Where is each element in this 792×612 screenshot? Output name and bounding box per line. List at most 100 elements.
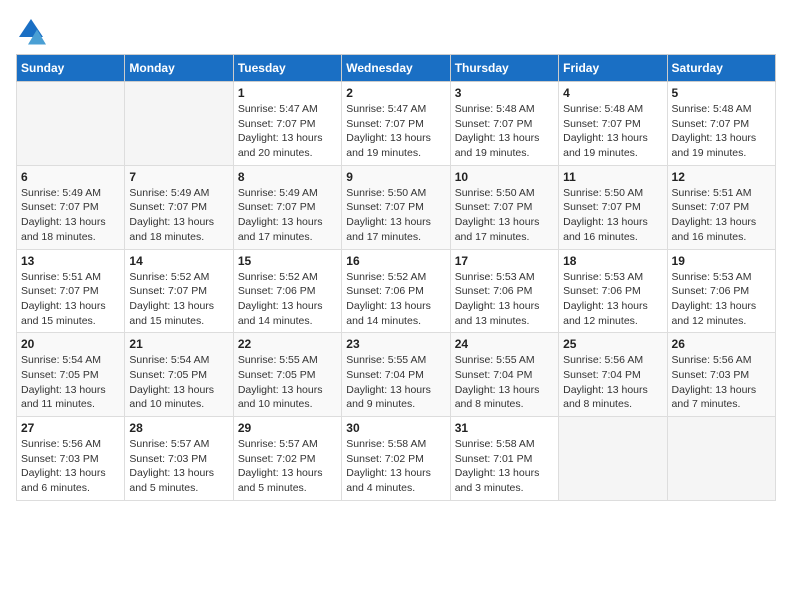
day-number: 18 (563, 254, 662, 268)
day-cell: 7 Sunrise: 5:49 AM Sunset: 7:07 PM Daylig… (125, 165, 233, 249)
day-number: 19 (672, 254, 771, 268)
day-number: 21 (129, 337, 228, 351)
day-info: Sunrise: 5:48 AM Sunset: 7:07 PM Dayligh… (563, 102, 662, 161)
day-number: 25 (563, 337, 662, 351)
day-number: 4 (563, 86, 662, 100)
day-cell: 8 Sunrise: 5:49 AM Sunset: 7:07 PM Daylig… (233, 165, 341, 249)
day-number: 2 (346, 86, 445, 100)
day-info: Sunrise: 5:54 AM Sunset: 7:05 PM Dayligh… (21, 353, 120, 412)
day-cell: 23 Sunrise: 5:55 AM Sunset: 7:04 PM Dayli… (342, 333, 450, 417)
day-info: Sunrise: 5:55 AM Sunset: 7:04 PM Dayligh… (346, 353, 445, 412)
day-cell (667, 417, 775, 501)
day-cell: 17 Sunrise: 5:53 AM Sunset: 7:06 PM Dayli… (450, 249, 558, 333)
day-number: 20 (21, 337, 120, 351)
day-info: Sunrise: 5:56 AM Sunset: 7:03 PM Dayligh… (21, 437, 120, 496)
day-number: 5 (672, 86, 771, 100)
day-cell: 21 Sunrise: 5:54 AM Sunset: 7:05 PM Dayli… (125, 333, 233, 417)
day-number: 13 (21, 254, 120, 268)
day-cell: 6 Sunrise: 5:49 AM Sunset: 7:07 PM Daylig… (17, 165, 125, 249)
day-number: 6 (21, 170, 120, 184)
day-cell: 25 Sunrise: 5:56 AM Sunset: 7:04 PM Dayli… (559, 333, 667, 417)
day-number: 26 (672, 337, 771, 351)
day-cell: 9 Sunrise: 5:50 AM Sunset: 7:07 PM Daylig… (342, 165, 450, 249)
day-cell: 3 Sunrise: 5:48 AM Sunset: 7:07 PM Daylig… (450, 82, 558, 166)
day-info: Sunrise: 5:53 AM Sunset: 7:06 PM Dayligh… (672, 270, 771, 329)
day-info: Sunrise: 5:53 AM Sunset: 7:06 PM Dayligh… (563, 270, 662, 329)
day-cell: 20 Sunrise: 5:54 AM Sunset: 7:05 PM Dayli… (17, 333, 125, 417)
day-number: 3 (455, 86, 554, 100)
day-number: 23 (346, 337, 445, 351)
day-cell (559, 417, 667, 501)
day-number: 8 (238, 170, 337, 184)
day-cell: 22 Sunrise: 5:55 AM Sunset: 7:05 PM Dayli… (233, 333, 341, 417)
day-number: 15 (238, 254, 337, 268)
day-info: Sunrise: 5:52 AM Sunset: 7:06 PM Dayligh… (346, 270, 445, 329)
day-info: Sunrise: 5:47 AM Sunset: 7:07 PM Dayligh… (238, 102, 337, 161)
day-cell: 10Sunrise: 5:50 AM Sunset: 7:07 PM Dayli… (450, 165, 558, 249)
col-header-friday: Friday (559, 55, 667, 82)
day-cell: 4 Sunrise: 5:48 AM Sunset: 7:07 PM Daylig… (559, 82, 667, 166)
col-header-monday: Monday (125, 55, 233, 82)
week-row-5: 27 Sunrise: 5:56 AM Sunset: 7:03 PM Dayli… (17, 417, 776, 501)
day-info: Sunrise: 5:52 AM Sunset: 7:07 PM Dayligh… (129, 270, 228, 329)
day-info: Sunrise: 5:51 AM Sunset: 7:07 PM Dayligh… (672, 186, 771, 245)
day-info: Sunrise: 5:56 AM Sunset: 7:03 PM Dayligh… (672, 353, 771, 412)
day-cell: 24 Sunrise: 5:55 AM Sunset: 7:04 PM Dayli… (450, 333, 558, 417)
day-number: 22 (238, 337, 337, 351)
logo-icon (16, 16, 46, 46)
day-info: Sunrise: 5:57 AM Sunset: 7:02 PM Dayligh… (238, 437, 337, 496)
day-cell: 2 Sunrise: 5:47 AM Sunset: 7:07 PM Daylig… (342, 82, 450, 166)
day-info: Sunrise: 5:47 AM Sunset: 7:07 PM Dayligh… (346, 102, 445, 161)
day-number: 24 (455, 337, 554, 351)
col-header-wednesday: Wednesday (342, 55, 450, 82)
logo (16, 16, 52, 46)
day-number: 17 (455, 254, 554, 268)
col-header-thursday: Thursday (450, 55, 558, 82)
day-cell: 13 Sunrise: 5:51 AM Sunset: 7:07 PM Dayli… (17, 249, 125, 333)
day-cell (125, 82, 233, 166)
day-info: Sunrise: 5:48 AM Sunset: 7:07 PM Dayligh… (455, 102, 554, 161)
day-number: 27 (21, 421, 120, 435)
day-cell: 16 Sunrise: 5:52 AM Sunset: 7:06 PM Dayli… (342, 249, 450, 333)
calendar-table: SundayMondayTuesdayWednesdayThursdayFrid… (16, 54, 776, 501)
day-info: Sunrise: 5:55 AM Sunset: 7:05 PM Dayligh… (238, 353, 337, 412)
day-info: Sunrise: 5:50 AM Sunset: 7:07 PM Dayligh… (563, 186, 662, 245)
day-info: Sunrise: 5:58 AM Sunset: 7:02 PM Dayligh… (346, 437, 445, 496)
day-number: 11 (563, 170, 662, 184)
day-cell: 27 Sunrise: 5:56 AM Sunset: 7:03 PM Dayli… (17, 417, 125, 501)
week-row-3: 13 Sunrise: 5:51 AM Sunset: 7:07 PM Dayli… (17, 249, 776, 333)
day-number: 1 (238, 86, 337, 100)
day-cell: 14Sunrise: 5:52 AM Sunset: 7:07 PM Dayli… (125, 249, 233, 333)
day-cell: 11 Sunrise: 5:50 AM Sunset: 7:07 PM Dayli… (559, 165, 667, 249)
day-info: Sunrise: 5:53 AM Sunset: 7:06 PM Dayligh… (455, 270, 554, 329)
day-info: Sunrise: 5:54 AM Sunset: 7:05 PM Dayligh… (129, 353, 228, 412)
week-row-1: 1 Sunrise: 5:47 AM Sunset: 7:07 PM Daylig… (17, 82, 776, 166)
page-header (16, 16, 776, 46)
day-cell: 30Sunrise: 5:58 AM Sunset: 7:02 PM Dayli… (342, 417, 450, 501)
col-header-tuesday: Tuesday (233, 55, 341, 82)
week-row-4: 20 Sunrise: 5:54 AM Sunset: 7:05 PM Dayli… (17, 333, 776, 417)
day-cell: 1 Sunrise: 5:47 AM Sunset: 7:07 PM Daylig… (233, 82, 341, 166)
day-number: 9 (346, 170, 445, 184)
header-row: SundayMondayTuesdayWednesdayThursdayFrid… (17, 55, 776, 82)
day-cell: 31 Sunrise: 5:58 AM Sunset: 7:01 PM Dayli… (450, 417, 558, 501)
day-info: Sunrise: 5:58 AM Sunset: 7:01 PM Dayligh… (455, 437, 554, 496)
day-number: 10 (455, 170, 554, 184)
col-header-sunday: Sunday (17, 55, 125, 82)
day-cell: 18 Sunrise: 5:53 AM Sunset: 7:06 PM Dayli… (559, 249, 667, 333)
day-number: 31 (455, 421, 554, 435)
day-info: Sunrise: 5:49 AM Sunset: 7:07 PM Dayligh… (238, 186, 337, 245)
day-info: Sunrise: 5:56 AM Sunset: 7:04 PM Dayligh… (563, 353, 662, 412)
day-info: Sunrise: 5:49 AM Sunset: 7:07 PM Dayligh… (129, 186, 228, 245)
day-number: 16 (346, 254, 445, 268)
day-info: Sunrise: 5:50 AM Sunset: 7:07 PM Dayligh… (346, 186, 445, 245)
week-row-2: 6 Sunrise: 5:49 AM Sunset: 7:07 PM Daylig… (17, 165, 776, 249)
day-info: Sunrise: 5:51 AM Sunset: 7:07 PM Dayligh… (21, 270, 120, 329)
day-number: 7 (129, 170, 228, 184)
day-info: Sunrise: 5:49 AM Sunset: 7:07 PM Dayligh… (21, 186, 120, 245)
day-cell: 5Sunrise: 5:48 AM Sunset: 7:07 PM Daylig… (667, 82, 775, 166)
day-info: Sunrise: 5:55 AM Sunset: 7:04 PM Dayligh… (455, 353, 554, 412)
day-number: 29 (238, 421, 337, 435)
day-number: 12 (672, 170, 771, 184)
day-cell (17, 82, 125, 166)
